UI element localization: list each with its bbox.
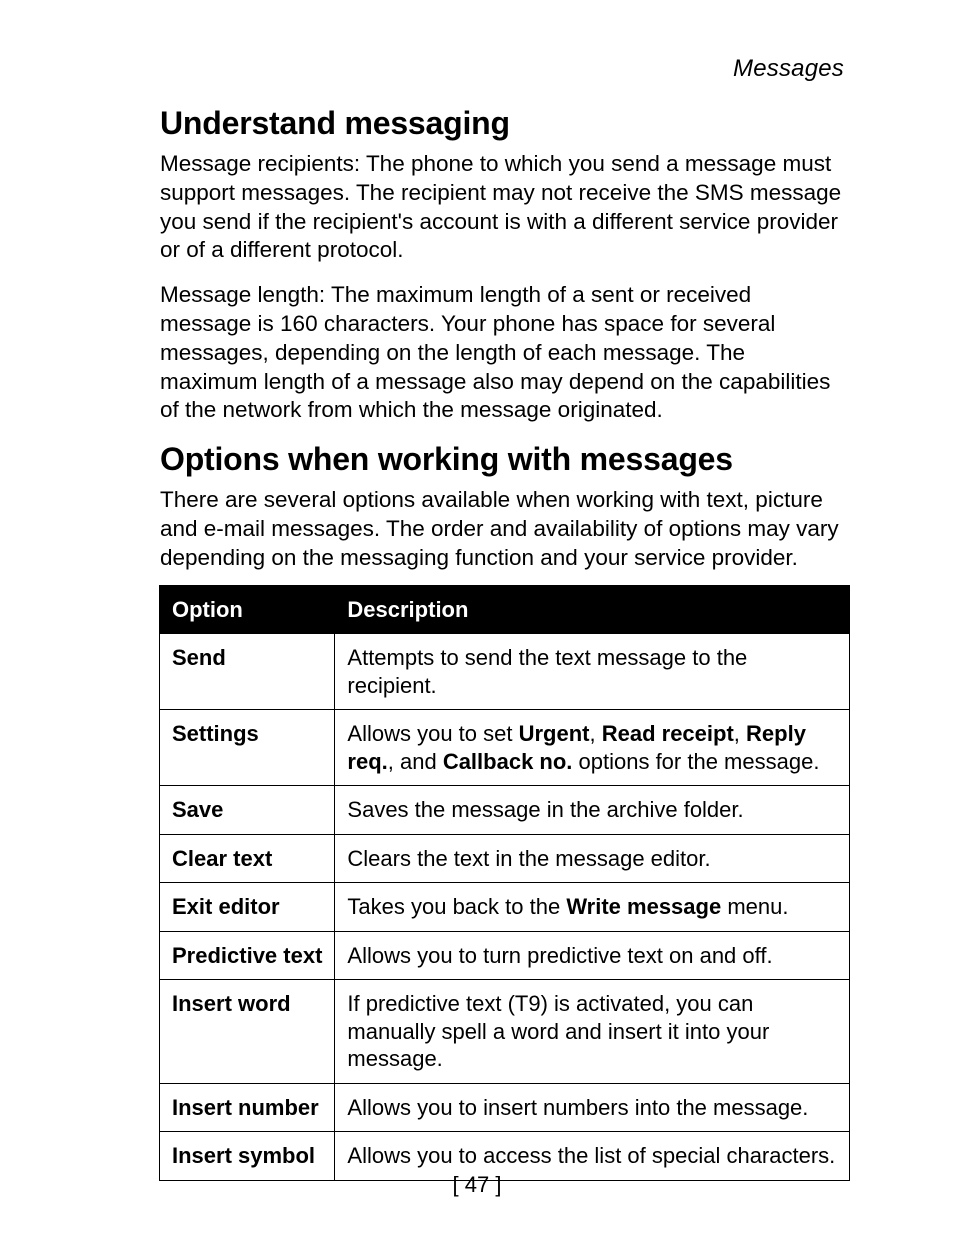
option-cell: Clear text [160, 834, 335, 883]
description-text: options for the message. [572, 749, 819, 774]
description-text: , and [388, 749, 443, 774]
description-cell: Saves the message in the archive folder. [335, 786, 849, 835]
bold-term: Urgent [519, 721, 590, 746]
table-row: Clear text Clears the text in the message… [160, 834, 850, 883]
description-text: Saves the message in the archive folder. [347, 797, 743, 822]
description-cell: Attempts to send the text message to the… [335, 634, 849, 710]
bold-term: Read receipt [602, 721, 734, 746]
table-row: Exit editorTakes you back to the Write m… [160, 883, 850, 932]
option-cell: Exit editor [160, 883, 335, 932]
table-row: Insert number Allows you to insert number… [160, 1083, 850, 1132]
table-row: SettingsAllows you to set Urgent, Read r… [160, 710, 850, 786]
description-cell: If predictive text (T9) is activated, yo… [335, 980, 849, 1084]
table-header-row: Option Description [160, 585, 850, 634]
option-cell: Insert word [160, 980, 335, 1084]
description-text: Attempts to send the text message to the… [347, 645, 747, 698]
bold-term: Callback no. [443, 749, 573, 774]
description-text: , [734, 721, 746, 746]
running-head: Messages [160, 55, 844, 83]
description-text: If predictive text (T9) is activated, yo… [347, 991, 769, 1071]
option-cell: Send [160, 634, 335, 710]
description-text: Takes you back to the [347, 894, 566, 919]
description-text: Allows you to turn predictive text on an… [347, 943, 772, 968]
option-cell: Save [160, 786, 335, 835]
options-table: Option Description SendAttempts to send … [159, 585, 850, 1181]
description-text: Allows you to insert numbers into the me… [347, 1095, 808, 1120]
description-text: menu. [721, 894, 788, 919]
para-length: Message length: The maximum length of a … [160, 281, 844, 425]
table-row: Save Saves the message in the archive fol… [160, 786, 850, 835]
heading-options: Options when working with messages [160, 441, 844, 478]
description-text: , [589, 721, 601, 746]
description-text: Allows you to access the list of special… [347, 1143, 835, 1168]
description-cell: Clears the text in the message editor. [335, 834, 849, 883]
description-cell: Takes you back to the Write message menu… [335, 883, 849, 932]
heading-understand-messaging: Understand messaging [160, 105, 844, 142]
bold-term: Write message [566, 894, 721, 919]
page: Messages Understand messaging Message re… [0, 0, 954, 1248]
page-number: [ 47 ] [0, 1172, 954, 1198]
description-cell: Allows you to turn predictive text on an… [335, 931, 849, 980]
option-cell: Insert number [160, 1083, 335, 1132]
table-row: SendAttempts to send the text message to… [160, 634, 850, 710]
table-row: Predictive text Allows you to turn predic… [160, 931, 850, 980]
para-recipients: Message recipients: The phone to which y… [160, 150, 844, 265]
para-options-intro: There are several options available when… [160, 486, 844, 572]
table-header-option: Option [160, 585, 335, 634]
description-text: Allows you to set [347, 721, 518, 746]
description-text: Clears the text in the message editor. [347, 846, 710, 871]
option-cell: Settings [160, 710, 335, 786]
option-cell: Predictive text [160, 931, 335, 980]
description-cell: Allows you to set Urgent, Read receipt , … [335, 710, 849, 786]
table-row: Insert wordIf predictive text (T9) is ac… [160, 980, 850, 1084]
description-cell: Allows you to insert numbers into the me… [335, 1083, 849, 1132]
table-header-description: Description [335, 585, 849, 634]
